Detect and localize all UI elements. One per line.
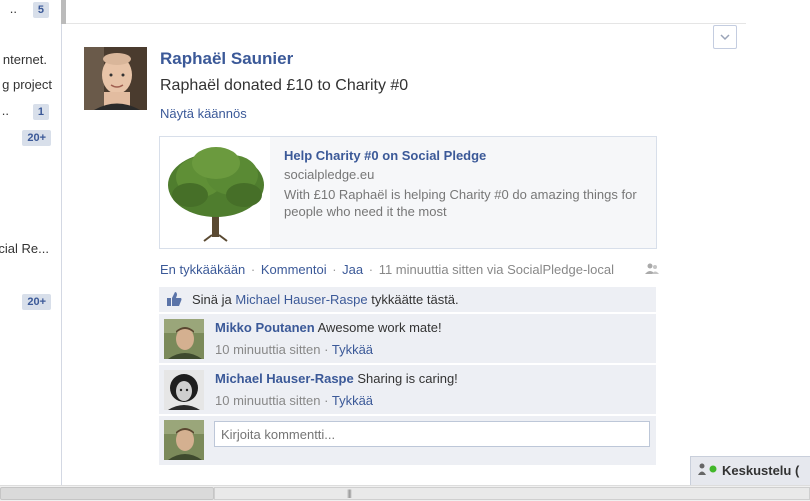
comment-like-link[interactable]: Tykkää [332,393,373,408]
likes-sentence: Sinä ja Michael Hauser-Raspe tykkäätte t… [192,292,459,307]
commenter-avatar[interactable] [164,370,204,410]
commenter-name-link[interactable]: Mikko Poutanen [215,320,315,335]
chevron-down-icon [720,34,730,41]
comment-meta: 10 minuuttia sitten · Tykkää [215,342,374,357]
translate-link[interactable]: Näytä käännös [160,106,247,121]
sidebar-row[interactable]: .. 1 [0,102,61,122]
attachment-title-link[interactable]: Help Charity #0 on Social Pledge [284,148,486,163]
comment-input[interactable] [214,421,650,447]
left-sidebar: .. 5 nternet. g project .. 1 20+ cial Re… [0,0,62,485]
share-link[interactable]: Jaa [342,262,363,277]
sidebar-row[interactable]: nternet. [0,52,61,72]
scrollbar-track-left[interactable] [0,487,214,500]
story-message: Raphaël donated £10 to Charity #0 [160,77,409,94]
comment-body: Mikko Poutanen Awesome work mate! [215,320,442,335]
likes-suffix: tykkäätte tästä. [367,292,459,307]
story-timestamp: 11 minuuttia sitten via SocialPledge-loc… [378,262,615,277]
comment-like-link[interactable]: Tykkää [332,342,373,357]
divider [66,23,746,24]
sidebar-row-label: cial Re... [0,241,49,256]
sidebar-row-label: nternet. [2,52,47,67]
story-actions: En tykkääkään · Kommentoi · Jaa · 11 min… [160,262,615,277]
comment-text: Sharing is caring! [357,371,458,386]
feed-edge [61,0,66,24]
sidebar-row[interactable]: .. 5 [0,0,61,20]
author-avatar[interactable] [84,47,147,110]
chat-label[interactable]: Keskustelu ( [722,463,799,478]
scrollbar-grip-icon: ||| [347,488,352,498]
comment-meta: 10 minuuttia sitten · Tykkää [215,393,374,408]
story-options-button[interactable] [713,25,737,49]
comment-link[interactable]: Kommentoi [261,262,327,277]
count-badge: 20+ [22,294,51,310]
comment-body: Michael Hauser-Raspe Sharing is caring! [215,371,458,386]
attachment-domain: socialpledge.eu [284,167,375,182]
chat-online-icon [698,463,718,478]
sidebar-row-label: .. [1,103,9,118]
commenter-name-link[interactable]: Michael Hauser-Raspe [215,371,354,386]
sidebar-row[interactable]: 20+ [0,128,61,148]
sidebar-row[interactable]: g project [0,77,61,97]
my-avatar [164,420,204,460]
comment-text: Awesome work mate! [317,320,442,335]
sidebar-row[interactable]: cial Re... [0,241,61,261]
count-badge: 1 [32,104,49,120]
likes-prefix: Sinä ja [192,292,236,307]
scrollbar-thumb[interactable] [214,487,810,500]
sidebar-row[interactable]: 20+ [0,292,61,312]
count-badge: 5 [32,2,49,18]
sidebar-row-label: .. [9,1,17,16]
friends-privacy-icon[interactable] [645,263,659,278]
tree-thumbnail[interactable] [160,137,270,248]
count-badge: 20+ [22,130,51,146]
sidebar-row-label: g project [2,77,52,92]
liker-name-link[interactable]: Michael Hauser-Raspe [235,292,367,307]
unlike-link[interactable]: En tykkääkään [160,262,245,277]
attachment-description: With £10 Raphaël is helping Charity #0 d… [284,187,637,219]
link-attachment[interactable]: Help Charity #0 on Social Pledge socialp… [159,136,657,249]
commenter-avatar[interactable] [164,319,204,359]
thumbs-up-icon [165,290,183,311]
author-name-link[interactable]: Raphaël Saunier [160,49,293,69]
comment-time: 10 minuuttia sitten [215,342,321,357]
comment-time: 10 minuuttia sitten [215,393,321,408]
